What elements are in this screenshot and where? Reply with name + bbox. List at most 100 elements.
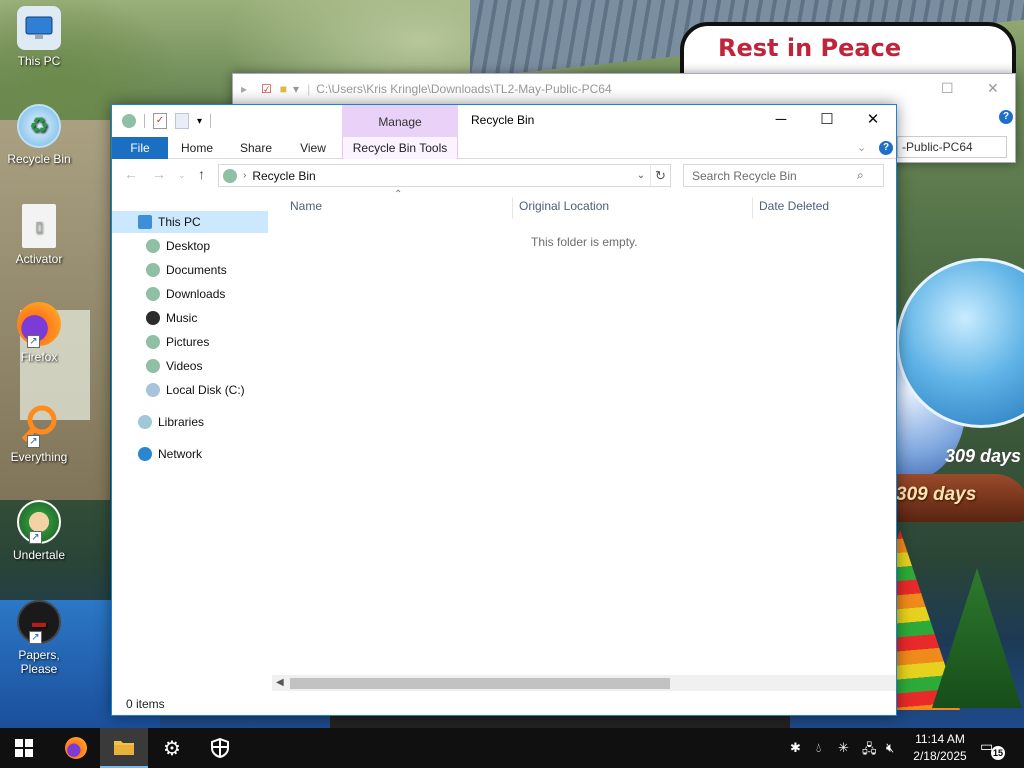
help-icon[interactable]: ? <box>879 141 893 155</box>
minimize-button[interactable]: ─ <box>758 105 804 135</box>
back-window-icon: ▸ <box>241 82 248 96</box>
desktop-icon-firefox[interactable]: ↗ Firefox <box>2 302 76 364</box>
up-arrow-icon[interactable]: ↑ <box>198 166 205 182</box>
nav-item-pictures[interactable]: Pictures <box>146 331 209 353</box>
search-icon[interactable]: ⌕ <box>857 168 864 183</box>
sort-arrow-icon: ⌃ <box>394 189 403 200</box>
snowflake-icon[interactable]: ✳ <box>838 740 849 756</box>
gear-icon: ⚙ <box>163 737 181 760</box>
title-bar: ✓ ▾ Manage Recycle Bin ─ ☐ ✕ <box>112 105 896 137</box>
shortcut-arrow-icon: ↗ <box>27 335 40 348</box>
navigation-bar: ← → ⌄ ↑ › Recycle Bin ⌄ ↻ ⌕ <box>112 159 896 191</box>
search-input[interactable] <box>692 168 857 183</box>
notification-center-button[interactable]: ▭ 15 <box>980 738 1005 760</box>
documents-folder-icon <box>146 263 160 277</box>
days-counter-globe: 309 days <box>945 446 1022 466</box>
recycle-bin-window[interactable]: ✓ ▾ Manage Recycle Bin ─ ☐ ✕ File Home S… <box>111 104 897 716</box>
address-bar[interactable]: › Recycle Bin ⌄ ↻ <box>218 164 671 187</box>
search-box[interactable]: ⌕ <box>683 164 884 187</box>
desktop-icon-papers-please[interactable]: ▬ ↗ Papers, Please <box>2 600 76 676</box>
nav-item-music[interactable]: Music <box>146 307 197 329</box>
network-status-icon[interactable]: 🖧︎ <box>862 740 877 762</box>
recent-locations-icon[interactable]: ⌄ <box>178 170 186 181</box>
horizontal-scrollbar[interactable]: ◀ <box>272 675 896 691</box>
taskbar-firefox[interactable] <box>52 728 100 768</box>
recycle-bin-small-icon <box>122 114 136 128</box>
maximize-button[interactable]: ☐ <box>804 105 850 135</box>
shortcut-arrow-icon: ↗ <box>27 435 40 448</box>
nav-item-this-pc[interactable]: This PC <box>112 211 268 233</box>
nav-item-libraries[interactable]: Libraries <box>138 411 204 433</box>
undertale-icon: ↗ <box>17 500 61 544</box>
sign-text: Rest in Peace <box>718 34 902 62</box>
tab-recycle-bin-tools[interactable]: Recycle Bin Tools <box>342 137 458 159</box>
column-header-name[interactable]: Name <box>290 199 322 213</box>
back-maximize-button[interactable]: ☐ <box>941 80 954 97</box>
address-dropdown-icon[interactable]: ⌄ <box>632 170 650 181</box>
nav-item-documents[interactable]: Documents <box>146 259 227 281</box>
breadcrumb[interactable]: Recycle Bin <box>252 169 632 183</box>
shortcut-arrow-icon: ↗ <box>29 631 42 644</box>
back-close-button[interactable]: ✕ <box>987 80 999 97</box>
desktop-icon-this-pc[interactable]: This PC <box>2 6 76 68</box>
notification-count-badge: 15 <box>991 746 1005 760</box>
tab-manage[interactable]: Manage <box>342 105 458 137</box>
clock[interactable]: 11:14 AM 2/18/2025 <box>910 731 970 765</box>
new-folder-icon[interactable] <box>175 113 189 129</box>
droplet-icon[interactable]: 💧︎ <box>816 740 821 756</box>
customize-toolbar-icon[interactable]: ▾ <box>197 116 202 127</box>
drive-icon <box>146 383 160 397</box>
monitor-icon <box>17 6 61 50</box>
desktop-icon-recycle-bin[interactable]: ♻ Recycle Bin <box>2 104 76 166</box>
pictures-folder-icon <box>146 335 160 349</box>
quick-access-toolbar: ✓ ▾ <box>122 113 212 129</box>
back-help-icon[interactable]: ? <box>999 110 1013 124</box>
explorer-body: This PC Desktop Documents Downloads Musi… <box>112 189 896 715</box>
desktop-icon-everything[interactable]: ↗ Everything <box>2 402 76 464</box>
nav-item-downloads[interactable]: Downloads <box>146 283 225 305</box>
taskbar: ⚙ ✱ 💧︎ ✳ 🖧︎ 🔇︎ 11:14 AM 2/18/2025 ▭ 15 <box>0 728 1024 768</box>
start-button[interactable] <box>0 728 48 768</box>
back-arrow-icon[interactable]: ← <box>124 166 138 182</box>
magnifier-icon: ↗ <box>17 402 61 448</box>
taskbar-settings[interactable]: ⚙ <box>148 728 196 768</box>
tray-app-icon[interactable]: ✱ <box>790 740 801 756</box>
close-button[interactable]: ✕ <box>850 105 896 135</box>
firefox-icon: ↗ <box>17 302 61 348</box>
music-folder-icon <box>146 311 160 325</box>
recycle-bin-icon: ♻ <box>17 104 61 148</box>
nav-item-network[interactable]: Network <box>138 443 202 465</box>
scroll-left-icon[interactable]: ◀ <box>276 675 284 691</box>
downloads-folder-icon <box>146 287 160 301</box>
column-header-original-location[interactable]: Original Location <box>519 199 609 213</box>
nav-item-videos[interactable]: Videos <box>146 355 202 377</box>
clock-time: 11:14 AM <box>915 732 965 746</box>
file-list: ⌃ Name Original Location Date Deleted Th… <box>272 189 896 691</box>
forward-arrow-icon[interactable]: → <box>152 166 166 182</box>
desktop-icon-activator[interactable]: ▯ Activator <box>2 204 76 266</box>
monitor-icon <box>138 215 152 229</box>
tab-file[interactable]: File <box>112 137 168 159</box>
breadcrumb-separator-icon[interactable]: › <box>243 170 246 181</box>
libraries-icon <box>138 415 152 429</box>
back-address-bar[interactable]: -Public-PC64 <box>897 136 1007 158</box>
taskbar-security[interactable] <box>196 728 244 768</box>
tab-share[interactable]: Share <box>232 137 280 159</box>
tab-view[interactable]: View <box>290 137 336 159</box>
network-icon <box>138 447 152 461</box>
shield-icon <box>211 738 229 758</box>
column-header-date-deleted[interactable]: Date Deleted <box>759 199 829 213</box>
refresh-icon[interactable]: ↻ <box>650 165 670 186</box>
scrollbar-thumb[interactable] <box>290 678 670 689</box>
properties-icon: ☑ <box>261 82 272 96</box>
recycle-bin-address-icon <box>223 168 237 183</box>
nav-item-local-disk[interactable]: Local Disk (C:) <box>146 379 245 401</box>
expand-ribbon-icon[interactable]: ⌄ <box>857 141 866 154</box>
taskbar-file-explorer[interactable] <box>100 728 148 768</box>
nav-item-desktop[interactable]: Desktop <box>146 235 210 257</box>
volume-muted-icon[interactable]: 🔇︎ <box>886 740 894 756</box>
desktop-icon-undertale[interactable]: ↗ Undertale <box>2 500 76 562</box>
tab-home[interactable]: Home <box>174 137 220 159</box>
window-title: Recycle Bin <box>471 113 535 127</box>
properties-icon[interactable]: ✓ <box>153 113 167 129</box>
